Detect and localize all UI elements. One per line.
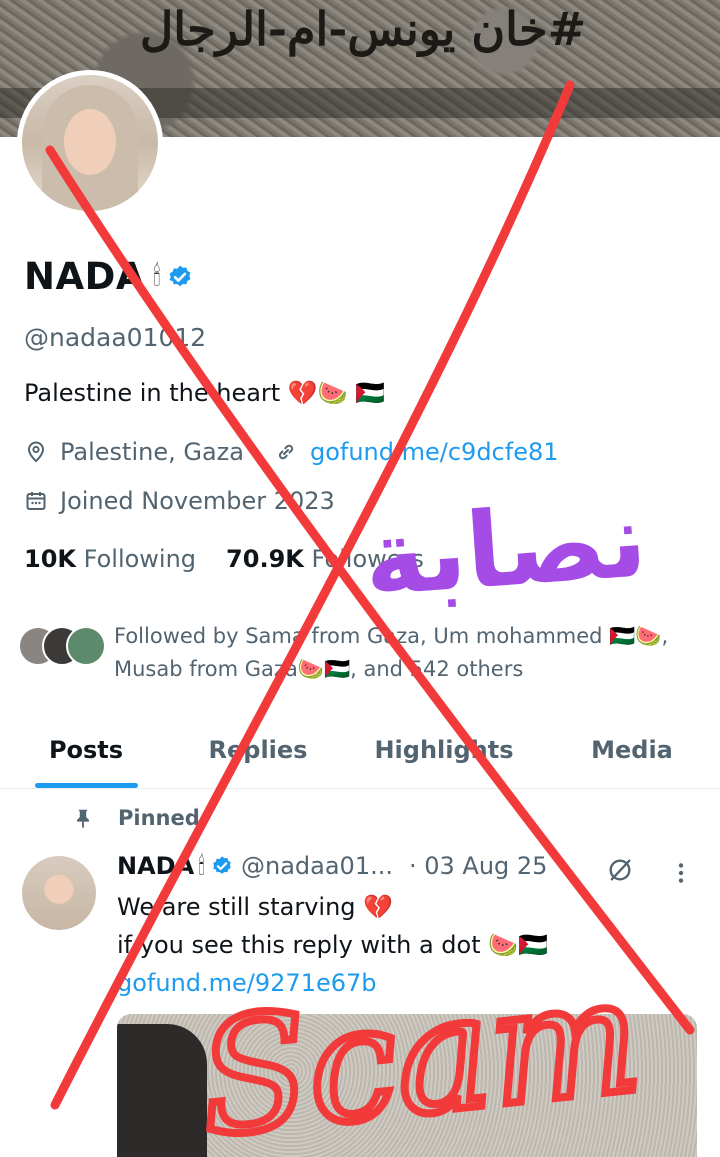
tab-label: Highlights — [374, 736, 514, 764]
post-author-name[interactable]: NADA — [117, 852, 194, 880]
follower-avatar — [66, 626, 106, 666]
banner-graffiti-text: #خان يونس-ام-الرجال — [139, 2, 587, 56]
tab-label: Replies — [208, 736, 308, 764]
profile-avatar[interactable] — [17, 70, 163, 216]
more-options-icon[interactable] — [672, 860, 690, 886]
post-author-handle[interactable]: @nadaa01... — [241, 852, 393, 880]
grok-icon[interactable] — [606, 856, 634, 884]
post-media-shadow — [117, 1024, 207, 1157]
followers-label: Followers — [311, 545, 424, 573]
tab-label: Media — [591, 736, 673, 764]
profile-display-name: NADA — [24, 255, 145, 298]
active-tab-indicator — [35, 783, 138, 788]
profile-website-link[interactable]: gofund.me/c9dcfe81 — [310, 438, 559, 466]
profile-handle: @nadaa01012 — [24, 323, 207, 352]
followers-stat[interactable]: 70.9K Followers — [226, 545, 424, 573]
post-text-line: We are still starving 💔 — [117, 893, 394, 921]
followed-by-avatars — [18, 620, 110, 670]
post-link[interactable]: gofund.me/9271e67b — [117, 969, 377, 997]
following-count: 10K — [24, 545, 76, 573]
followers-count: 70.9K — [226, 545, 304, 573]
following-stat[interactable]: 10K Following — [24, 545, 196, 573]
post-header: NADA 🕯 @nadaa01... · 03 Aug 25 — [117, 852, 547, 880]
tab-media[interactable]: Media — [544, 712, 720, 788]
profile-bio: Palestine in the heart 💔🍉 🇵🇸 — [24, 379, 386, 407]
profile-joined-date: Joined November 2023 — [60, 487, 335, 515]
following-label: Following — [83, 545, 197, 573]
profile-tabs: Posts Replies Highlights Media — [0, 712, 720, 789]
pinned-indicator: Pinned — [72, 806, 200, 830]
verified-badge-icon[interactable] — [167, 264, 193, 290]
followed-by-block[interactable]: Followed by Sama from Gaza, Um mohammed … — [18, 620, 674, 686]
verified-badge-icon — [213, 856, 231, 874]
calendar-icon — [26, 492, 46, 510]
pin-icon — [77, 809, 89, 829]
followed-by-text: Followed by Sama from Gaza, Um mohammed … — [114, 620, 674, 686]
post-text-line: if you see this reply with a dot 🍉🇵🇸 — [117, 931, 549, 959]
profile-meta-joined: Joined November 2023 — [24, 487, 335, 515]
avatar-face-shape — [64, 109, 116, 175]
tab-highlights[interactable]: Highlights — [344, 712, 544, 788]
post-date[interactable]: · 03 Aug 25 — [409, 852, 547, 880]
post-author-glyph: 🕯 — [198, 852, 205, 880]
profile-meta-location-link: Palestine, Gaza gofund.me/c9dcfe81 — [24, 438, 559, 466]
link-icon — [278, 444, 294, 460]
tab-label: Posts — [48, 736, 124, 764]
profile-name-row: NADA 🕯 — [24, 255, 193, 298]
location-pin-icon — [27, 441, 45, 463]
profile-name-glyph: 🕯 — [152, 260, 161, 292]
profile-stats: 10K Following 70.9K Followers — [24, 545, 454, 573]
pinned-label: Pinned — [118, 806, 200, 830]
profile-location: Palestine, Gaza — [60, 438, 244, 466]
post-media-image[interactable] — [117, 1014, 697, 1157]
tab-posts[interactable]: Posts — [0, 712, 172, 788]
followed-by-line: Followed by Sama from Gaza, Um mohammed … — [114, 624, 669, 648]
followed-by-line: Musab from Gaza🍉🇵🇸, and 542 others — [114, 657, 524, 681]
tab-replies[interactable]: Replies — [172, 712, 344, 788]
post-author-avatar[interactable] — [22, 856, 96, 930]
